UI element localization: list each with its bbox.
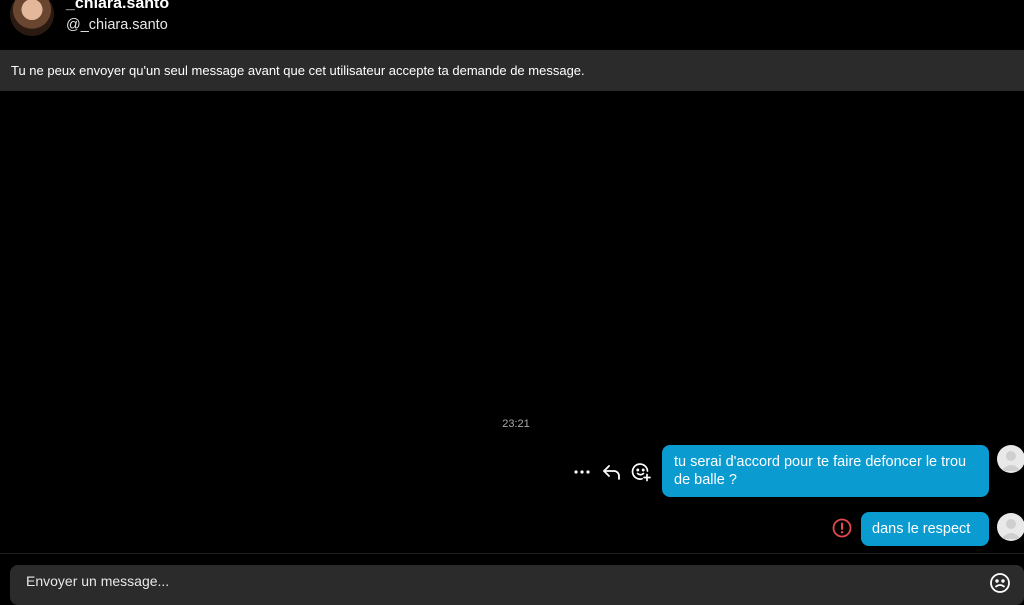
add-reaction-button[interactable]	[629, 461, 653, 483]
add-reaction-icon	[631, 463, 651, 482]
message-bubble[interactable]: dans le respect	[861, 512, 989, 546]
message-request-notice: Tu ne peux envoyer qu'un seul message av…	[0, 50, 1024, 91]
message-composer	[10, 565, 1024, 605]
error-icon[interactable]	[832, 518, 852, 538]
more-options-button[interactable]	[570, 461, 594, 483]
message-timestamp: 23:21	[502, 418, 530, 430]
sender-avatar	[997, 445, 1024, 473]
chat-header: _chiara.santo @_chiara.santo	[0, 0, 1024, 50]
reply-button[interactable]	[600, 461, 624, 483]
profile-avatar[interactable]	[10, 0, 54, 36]
divider	[0, 553, 1024, 554]
display-name[interactable]: _chiara.santo	[66, 0, 169, 13]
reply-icon	[603, 465, 620, 480]
username[interactable]: @_chiara.santo	[66, 17, 168, 33]
message-bubble[interactable]: tu serai d'accord pour te faire defoncer…	[662, 445, 989, 497]
more-icon	[574, 470, 590, 474]
emoji-icon[interactable]	[989, 572, 1011, 594]
sender-avatar	[997, 513, 1024, 541]
message-input[interactable]	[26, 571, 926, 591]
